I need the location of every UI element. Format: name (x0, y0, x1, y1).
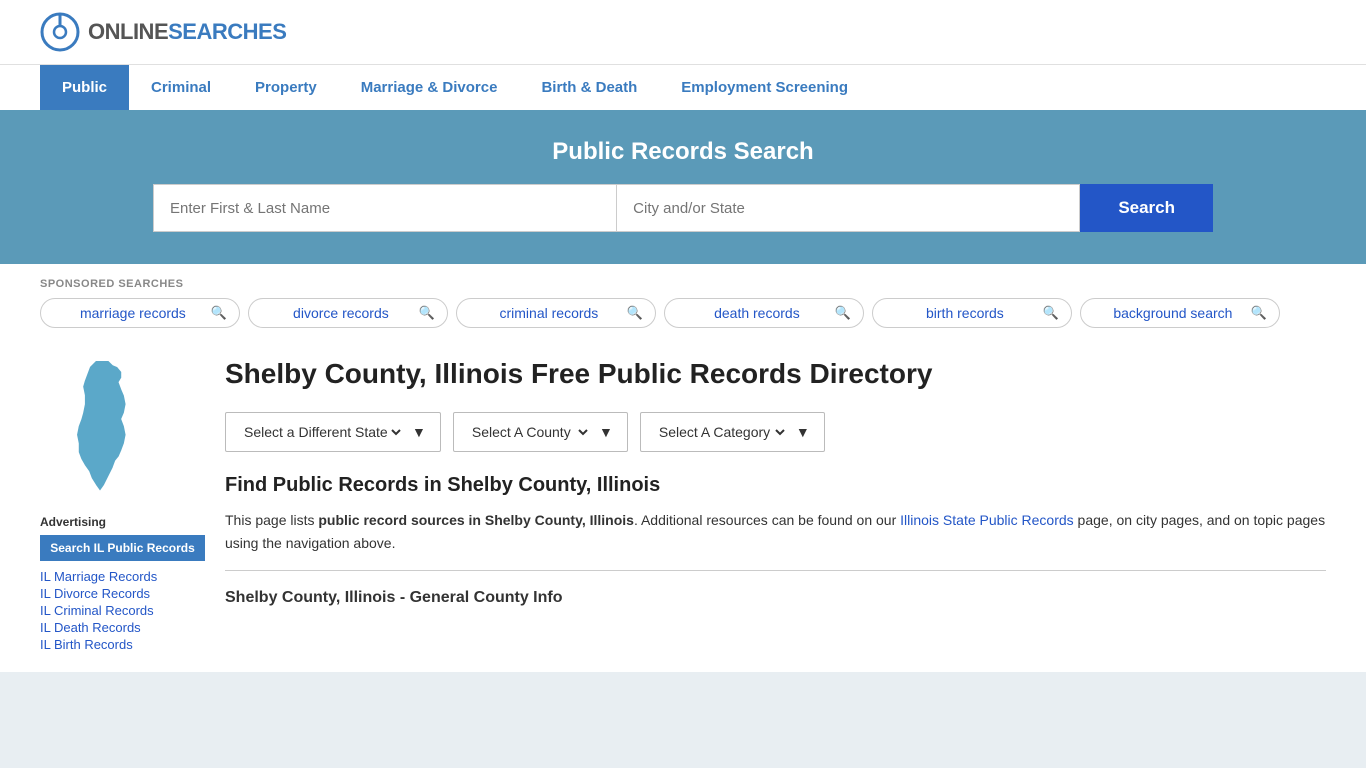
state-map (40, 356, 205, 499)
search-button[interactable]: Search (1080, 184, 1213, 232)
find-title: Find Public Records in Shelby County, Il… (225, 474, 1326, 497)
chevron-down-icon: ▼ (412, 424, 426, 440)
dropdowns: Select a Different State ▼ Select A Coun… (225, 412, 1326, 452)
find-text: This page lists public record sources in… (225, 509, 1326, 554)
search-bar: Search (153, 184, 1213, 232)
logo-text: ONLINE SEARCHES (88, 19, 286, 45)
pill-criminal-text: criminal records (477, 305, 621, 321)
search-icon: 🔍 (1043, 305, 1059, 321)
nav-property[interactable]: Property (233, 65, 339, 110)
sponsored-section: SPONSORED SEARCHES marriage records 🔍 di… (0, 264, 1366, 336)
search-icon: 🔍 (835, 305, 851, 321)
find-text-middle: . Additional resources can be found on o… (634, 512, 900, 528)
sponsored-label: SPONSORED SEARCHES (40, 278, 1326, 290)
section-subtitle: Shelby County, Illinois - General County… (225, 579, 1326, 613)
chevron-down-icon: ▼ (599, 424, 613, 440)
hero-section: Public Records Search Search (0, 110, 1366, 264)
sidebar-links: IL Marriage Records IL Divorce Records I… (40, 569, 205, 652)
sidebar-link-birth[interactable]: IL Birth Records (40, 637, 205, 652)
content-area: Advertising Search IL Public Records IL … (0, 336, 1366, 672)
nav-employment[interactable]: Employment Screening (659, 65, 870, 110)
location-input[interactable] (616, 184, 1080, 232)
nav-public[interactable]: Public (40, 65, 129, 110)
search-icon: 🔍 (1251, 305, 1267, 321)
section-divider (225, 570, 1326, 571)
sidebar-link-criminal[interactable]: IL Criminal Records (40, 603, 205, 618)
pill-criminal[interactable]: criminal records 🔍 (456, 298, 656, 328)
nav-birth-death[interactable]: Birth & Death (519, 65, 659, 110)
name-input[interactable] (153, 184, 616, 232)
pill-divorce[interactable]: divorce records 🔍 (248, 298, 448, 328)
pill-birth[interactable]: birth records 🔍 (872, 298, 1072, 328)
logo[interactable]: ONLINE SEARCHES (40, 12, 286, 52)
ad-search-button[interactable]: Search IL Public Records (40, 535, 205, 561)
pill-birth-text: birth records (893, 305, 1037, 321)
logo-icon (40, 12, 80, 52)
sidebar-link-death[interactable]: IL Death Records (40, 620, 205, 635)
sidebar-link-divorce[interactable]: IL Divorce Records (40, 586, 205, 601)
nav-criminal[interactable]: Criminal (129, 65, 233, 110)
pill-marriage-text: marriage records (61, 305, 205, 321)
category-dropdown[interactable]: Select A Category ▼ (640, 412, 825, 452)
sidebar: Advertising Search IL Public Records IL … (40, 356, 205, 652)
search-icon: 🔍 (419, 305, 435, 321)
site-header: ONLINE SEARCHES (0, 0, 1366, 64)
state-select[interactable]: Select a Different State (240, 423, 404, 441)
pill-marriage[interactable]: marriage records 🔍 (40, 298, 240, 328)
advertising-label: Advertising (40, 515, 205, 529)
state-dropdown[interactable]: Select a Different State ▼ (225, 412, 441, 452)
county-select[interactable]: Select A County (468, 423, 591, 441)
main-content: Shelby County, Illinois Free Public Reco… (225, 356, 1326, 652)
pill-background[interactable]: background search 🔍 (1080, 298, 1280, 328)
pill-background-text: background search (1101, 305, 1245, 321)
pill-death[interactable]: death records 🔍 (664, 298, 864, 328)
find-text-bold: public record sources in Shelby County, … (318, 512, 634, 528)
category-select[interactable]: Select A Category (655, 423, 788, 441)
chevron-down-icon: ▼ (796, 424, 810, 440)
logo-online: ONLINE (88, 19, 168, 45)
page-title: Shelby County, Illinois Free Public Reco… (225, 356, 1326, 392)
county-dropdown[interactable]: Select A County ▼ (453, 412, 628, 452)
nav-marriage-divorce[interactable]: Marriage & Divorce (339, 65, 520, 110)
search-pills: marriage records 🔍 divorce records 🔍 cri… (40, 298, 1326, 328)
pill-divorce-text: divorce records (269, 305, 413, 321)
search-icon: 🔍 (627, 305, 643, 321)
logo-searches: SEARCHES (168, 19, 286, 45)
main-nav: Public Criminal Property Marriage & Divo… (0, 64, 1366, 110)
pill-death-text: death records (685, 305, 829, 321)
find-text-before: This page lists (225, 512, 318, 528)
illinois-map-svg (40, 356, 160, 496)
illinois-state-link[interactable]: Illinois State Public Records (900, 512, 1074, 528)
main-area: SPONSORED SEARCHES marriage records 🔍 di… (0, 264, 1366, 672)
search-icon: 🔍 (211, 305, 227, 321)
hero-title: Public Records Search (40, 138, 1326, 166)
sidebar-link-marriage[interactable]: IL Marriage Records (40, 569, 205, 584)
